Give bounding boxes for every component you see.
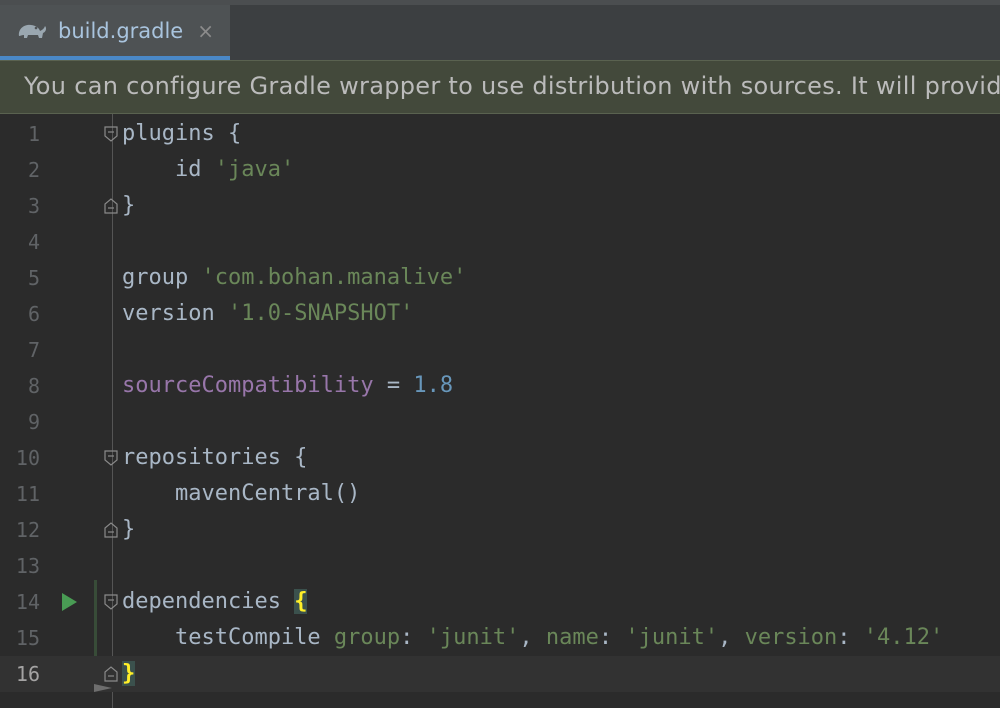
line-number: 2 bbox=[27, 158, 40, 182]
line-number: 13 bbox=[15, 554, 40, 578]
code-line: 10 repositories { bbox=[0, 440, 1000, 476]
line-number: 15 bbox=[15, 626, 40, 650]
code-line: 15 testCompile group: 'junit', name: 'ju… bbox=[0, 620, 1000, 656]
code-line: 2 id 'java' bbox=[0, 152, 1000, 188]
fold-close-icon[interactable] bbox=[104, 198, 118, 214]
tab-build-gradle[interactable]: build.gradle × bbox=[0, 5, 230, 60]
tab-label: build.gradle bbox=[58, 18, 184, 43]
line-number: 6 bbox=[27, 302, 40, 326]
code-text: } bbox=[122, 193, 136, 218]
breakpoint-arrow-icon bbox=[94, 684, 112, 692]
run-icon[interactable] bbox=[62, 593, 77, 611]
code-line-current: 16 } bbox=[0, 656, 1000, 692]
code-text: mavenCentral() bbox=[122, 481, 361, 506]
line-number: 10 bbox=[15, 446, 40, 470]
line-number: 9 bbox=[27, 410, 40, 434]
code-editor[interactable]: 1 plugins { 2 id 'java' 3 } 4 5 group 'c… bbox=[0, 114, 1000, 708]
line-number: 8 bbox=[27, 374, 40, 398]
code-line: 8 sourceCompatibility = 1.8 bbox=[0, 368, 1000, 404]
code-line: 11 mavenCentral() bbox=[0, 476, 1000, 512]
code-line: 5 group 'com.bohan.manalive' bbox=[0, 260, 1000, 296]
code-line: 7 bbox=[0, 332, 1000, 368]
code-line: 14 dependencies { bbox=[0, 584, 1000, 620]
code-text: sourceCompatibility = 1.8 bbox=[122, 373, 454, 398]
line-number: 7 bbox=[27, 338, 40, 362]
code-text: id 'java' bbox=[122, 157, 295, 182]
line-number: 1 bbox=[27, 122, 40, 146]
code-text: plugins { bbox=[122, 121, 242, 146]
code-text: } bbox=[122, 661, 136, 686]
line-number: 11 bbox=[15, 482, 40, 506]
gradle-wrapper-notification: You can configure Gradle wrapper to use … bbox=[0, 60, 1000, 114]
line-number: 14 bbox=[15, 590, 40, 614]
line-number: 16 bbox=[15, 662, 40, 686]
line-number: 5 bbox=[27, 266, 40, 290]
editor-tab-bar: build.gradle × bbox=[0, 0, 1000, 60]
code-line: 9 bbox=[0, 404, 1000, 440]
code-text: repositories { bbox=[122, 445, 308, 470]
code-line: 1 plugins { bbox=[0, 116, 1000, 152]
code-text: testCompile group: 'junit', name: 'junit… bbox=[122, 625, 944, 650]
line-number: 12 bbox=[15, 518, 40, 542]
line-number: 4 bbox=[27, 230, 40, 254]
code-line: 4 bbox=[0, 224, 1000, 260]
code-line: 6 version '1.0-SNAPSHOT' bbox=[0, 296, 1000, 332]
fold-open-icon[interactable] bbox=[104, 450, 118, 466]
code-line: 12 } bbox=[0, 512, 1000, 548]
line-number: 3 bbox=[27, 194, 40, 218]
fold-close-icon[interactable] bbox=[104, 522, 118, 538]
close-icon[interactable]: × bbox=[197, 19, 214, 43]
code-line: 3 } bbox=[0, 188, 1000, 224]
fold-close-icon[interactable] bbox=[104, 666, 118, 682]
notification-text: You can configure Gradle wrapper to use … bbox=[24, 72, 1000, 100]
code-text: } bbox=[122, 517, 136, 542]
code-text: dependencies { bbox=[122, 589, 308, 614]
code-text: version '1.0-SNAPSHOT' bbox=[122, 301, 414, 326]
code-text: group 'com.bohan.manalive' bbox=[122, 265, 467, 290]
fold-open-icon[interactable] bbox=[104, 126, 118, 142]
fold-open-icon[interactable] bbox=[104, 594, 118, 610]
gradle-elephant-icon bbox=[16, 19, 50, 43]
code-line: 13 bbox=[0, 548, 1000, 584]
